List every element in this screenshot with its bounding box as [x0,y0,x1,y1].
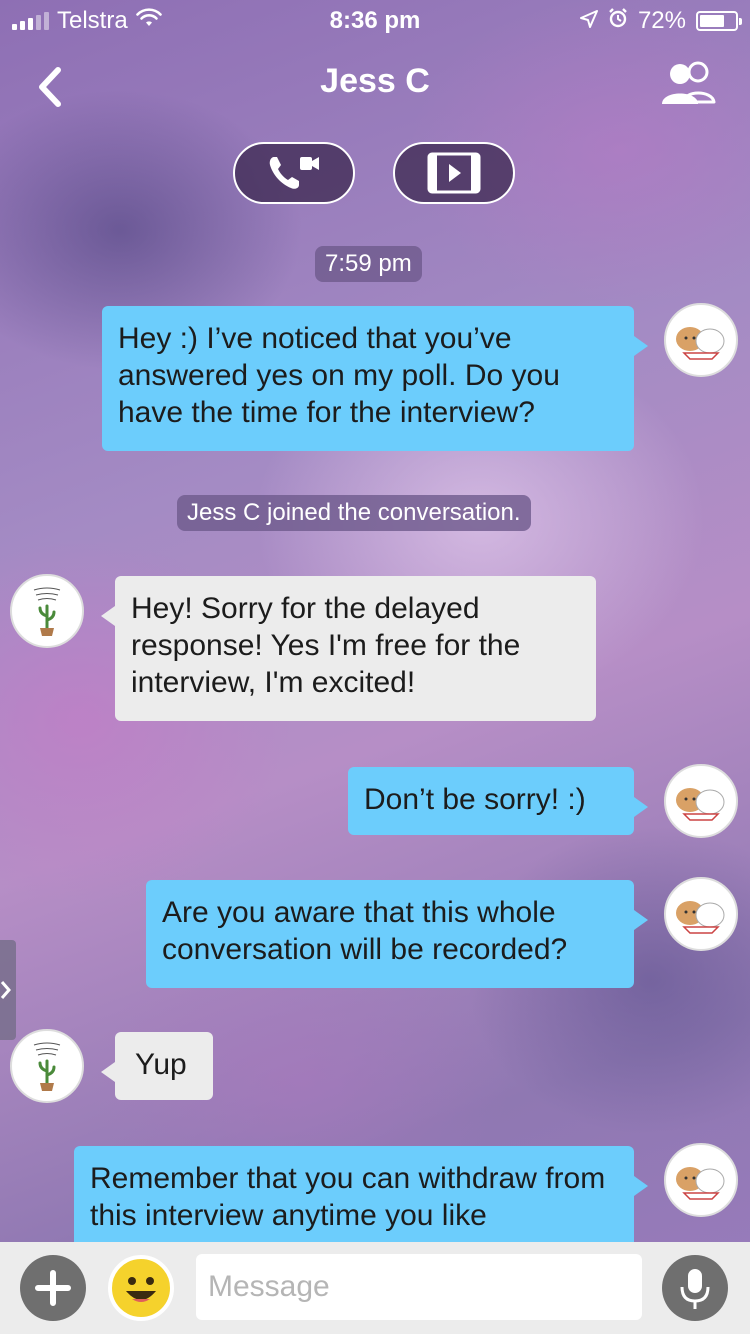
my-avatar[interactable] [664,303,738,377]
video-call-icon [269,157,319,189]
emoji-button[interactable] [108,1255,174,1321]
bear-sticker-icon [676,901,725,934]
video-call-button[interactable] [233,142,355,204]
message-bubble-outgoing[interactable]: Remember that you can withdraw from this… [74,1146,648,1256]
video-share-button[interactable] [393,142,515,204]
emoji-icon [126,1277,156,1302]
contact-avatar[interactable] [10,574,84,648]
message-bubble-incoming[interactable]: Yup [101,1032,213,1100]
contact-avatar[interactable] [10,1029,84,1103]
cactus-sticker-icon [33,587,61,636]
message-bubble-outgoing[interactable]: Hey :) I’ve noticed that you’ve answered… [102,306,648,451]
voice-message-button[interactable] [662,1255,728,1321]
message-bubble-outgoing[interactable]: Don’t be sorry! :) [348,767,648,835]
status-bar: Telstra 8:36 pm 72% [0,0,750,40]
chevron-right-icon [0,981,11,999]
message-bubble-outgoing[interactable]: Are you aware that this whole conversati… [146,880,648,988]
members-button[interactable] [658,60,720,106]
message-input[interactable] [196,1254,642,1320]
plus-icon [35,1270,71,1306]
microphone-icon [680,1269,710,1309]
add-attachment-button[interactable] [20,1255,86,1321]
my-avatar[interactable] [664,764,738,838]
my-avatar[interactable] [664,1143,738,1217]
chat-title: Jess C [320,62,430,100]
battery-icon [696,11,742,31]
bear-sticker-icon [676,788,725,821]
bear-sticker-icon [676,1167,725,1200]
film-play-icon [427,152,481,194]
bear-sticker-icon [676,327,725,360]
conversation-timestamp: 7:59 pm [315,246,422,282]
system-message: Jess C joined the conversation. [177,495,531,531]
status-right: 72% [579,7,742,35]
message-bubble-incoming[interactable]: Hey! Sorry for the delayed response! Yes… [101,576,596,721]
my-avatar[interactable] [664,877,738,951]
battery-percent: 72% [637,7,686,34]
group-icon [662,61,716,104]
location-icon [579,7,598,35]
alarm-icon [608,7,628,35]
message-composer [0,1242,750,1334]
cactus-sticker-icon [33,1042,61,1091]
side-drawer-handle[interactable] [0,940,16,1040]
